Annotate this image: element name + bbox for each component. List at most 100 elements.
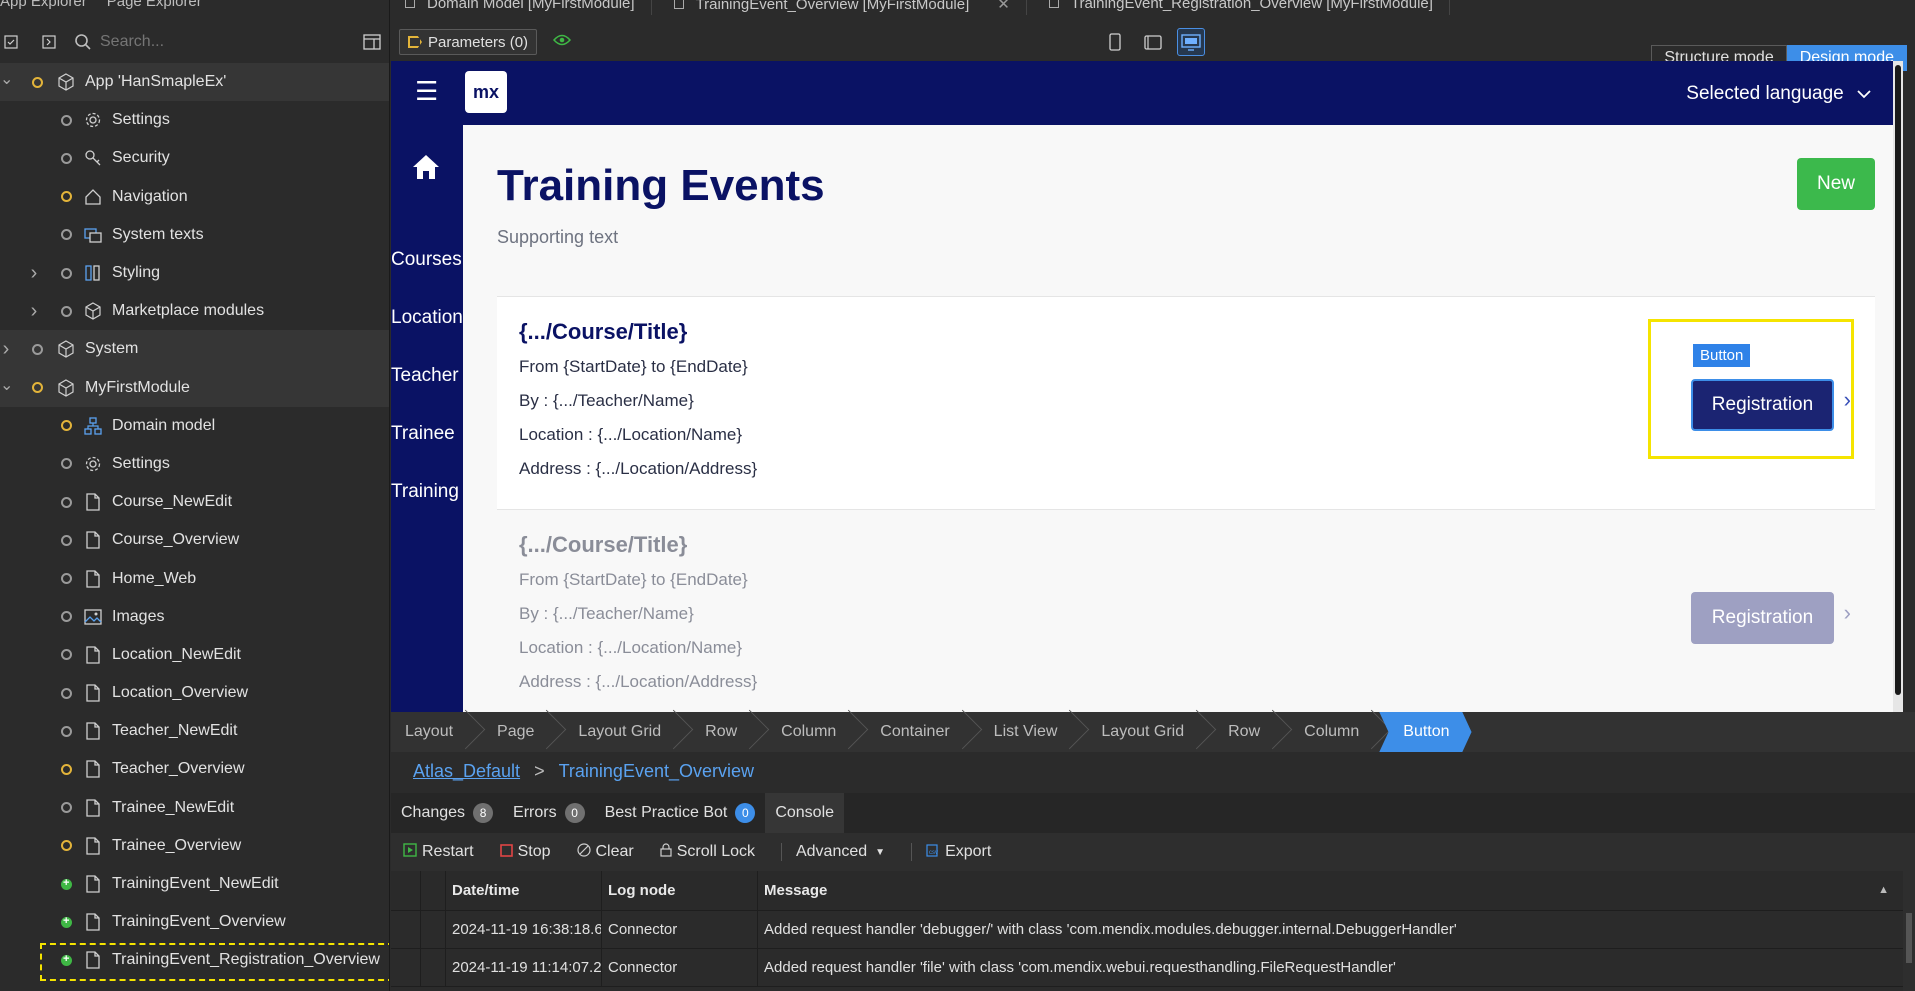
chevron-right-icon[interactable]: › <box>28 300 40 323</box>
breadcrumb-column[interactable]: Column <box>757 712 856 752</box>
new-button[interactable]: New <box>1797 158 1875 210</box>
tree-item-course-newedit[interactable]: Course_NewEdit <box>0 483 389 521</box>
layout-icon[interactable] <box>361 31 383 53</box>
tree-item-teacher-overview[interactable]: Teacher_Overview <box>0 750 389 788</box>
expand-icon[interactable] <box>38 31 60 53</box>
advanced-dropdown[interactable]: Advanced ▼ <box>780 843 886 861</box>
eye-icon[interactable] <box>553 33 572 51</box>
breadcrumb-column[interactable]: Column <box>1280 712 1379 752</box>
page-link[interactable]: TrainingEvent_Overview <box>559 761 754 782</box>
registration-button[interactable]: Registration <box>1691 592 1834 644</box>
stop-button[interactable]: Stop <box>499 843 551 861</box>
language-selector[interactable]: Selected language <box>1686 83 1871 105</box>
doc-tab-trainingevent-overview[interactable]: TrainingEvent_Overview [MyFirstModule] ✕ <box>652 0 1027 15</box>
log-scrollbar[interactable] <box>1903 871 1915 991</box>
table-row[interactable]: 2024-11-19 16:38:18.680 Connector Added … <box>391 911 1915 949</box>
status-dot <box>61 114 72 126</box>
tab-console[interactable]: Console <box>765 793 845 833</box>
column-header-message[interactable]: Message <box>758 871 1915 910</box>
scroll-lock-button[interactable]: Scroll Lock <box>660 843 755 861</box>
chevron-down-icon[interactable]: ⌄ <box>0 69 13 89</box>
tree-item-home-web[interactable]: Home_Web <box>0 559 389 597</box>
sort-ascending-icon[interactable]: ▲ <box>1878 884 1889 896</box>
tree-item-trainingevent-newedit[interactable]: TrainingEvent_NewEdit <box>0 865 389 903</box>
tree-item-myfirstmodule[interactable]: ⌄ MyFirstModule <box>0 368 389 407</box>
breadcrumb-layout[interactable]: Layout <box>391 712 473 752</box>
chevron-right-icon[interactable]: › <box>28 262 40 285</box>
nav-training[interactable]: Training <box>391 481 459 503</box>
doc-tab-registration-overview[interactable]: TrainingEvent_Registration_Overview [MyF… <box>1027 0 1450 15</box>
registration-button[interactable]: Registration <box>1691 379 1834 431</box>
tree-item-course-overview[interactable]: Course_Overview <box>0 521 389 559</box>
home-icon[interactable] <box>411 153 441 189</box>
tab-errors[interactable]: Errors 0 <box>503 793 595 833</box>
parameters-button[interactable]: Parameters (0) <box>399 29 538 55</box>
tree-item-label: Teacher_NewEdit <box>112 722 238 740</box>
collapse-all-icon[interactable] <box>0 31 22 53</box>
column-header-datetime[interactable]: Date/time <box>446 871 602 910</box>
breadcrumb-page[interactable]: Page <box>473 712 554 752</box>
design-canvas[interactable]: ☰ mx Selected language Courses Location … <box>391 61 1903 712</box>
tree-item-trainingevent-registration-overview[interactable]: TrainingEvent_Registration_Overview <box>0 941 389 982</box>
search-input[interactable] <box>100 33 340 51</box>
tree-item-security[interactable]: Security <box>0 139 389 177</box>
breadcrumb-list-view[interactable]: List View <box>970 712 1078 752</box>
chevron-down-icon[interactable]: ⌄ <box>0 375 13 395</box>
tree-item-label: Location_Overview <box>112 684 249 702</box>
tablet-icon[interactable] <box>1139 28 1167 56</box>
tree-item-images[interactable]: Images <box>0 598 389 636</box>
layout-link[interactable]: Atlas_Default <box>413 761 520 782</box>
column-header-lognode[interactable]: Log node <box>602 871 758 910</box>
breadcrumb-row[interactable]: Row <box>681 712 757 752</box>
tree-item-system-texts[interactable]: System texts <box>0 216 389 254</box>
page-icon <box>673 0 684 9</box>
tab-best-practice-bot[interactable]: Best Practice Bot 0 <box>595 793 766 833</box>
phone-icon[interactable] <box>1101 28 1129 56</box>
breadcrumb-container[interactable]: Container <box>856 712 969 752</box>
close-icon[interactable]: ✕ <box>997 0 1010 13</box>
nav-trainee[interactable]: Trainee <box>391 423 455 445</box>
tree-item-system[interactable]: › System <box>0 330 389 369</box>
desktop-icon[interactable] <box>1177 28 1205 56</box>
tab-app-explorer[interactable]: App Explorer <box>0 0 87 11</box>
tree-item-marketplace-modules[interactable]: › Marketplace modules <box>0 292 389 330</box>
explorer-search[interactable] <box>74 33 361 51</box>
export-button[interactable]: csv Export <box>911 843 991 861</box>
page-icon <box>83 683 103 703</box>
tab-page-explorer[interactable]: Page Explorer <box>107 0 202 11</box>
breadcrumb-row[interactable]: Row <box>1204 712 1280 752</box>
tree-item-teacher-newedit[interactable]: Teacher_NewEdit <box>0 712 389 750</box>
clear-button[interactable]: Clear <box>576 843 634 861</box>
log-message: Added request handler 'file' with class … <box>764 959 1396 976</box>
count-badge: 0 <box>564 803 585 823</box>
status-dot <box>61 763 72 775</box>
chevron-right-icon[interactable]: › <box>0 338 12 361</box>
tree-item-trainee-newedit[interactable]: Trainee_NewEdit <box>0 789 389 827</box>
app-header: ☰ mx Selected language <box>391 61 1903 125</box>
nav-teacher[interactable]: Teacher <box>391 365 459 387</box>
tree-item-styling[interactable]: › Styling <box>0 254 389 292</box>
restart-button[interactable]: Restart <box>403 843 474 861</box>
breadcrumb-button[interactable]: Button <box>1379 712 1472 752</box>
dropdown-caret-icon: ▼ <box>875 846 886 858</box>
tree-item-location-overview[interactable]: Location_Overview <box>0 674 389 712</box>
tree-item-settings[interactable]: Settings <box>0 101 389 139</box>
tree-item-settings[interactable]: Settings <box>0 445 389 483</box>
breadcrumb-layout-grid[interactable]: Layout Grid <box>1077 712 1204 752</box>
tree-item-location-newedit[interactable]: Location_NewEdit <box>0 636 389 674</box>
tree-item-navigation[interactable]: Navigation <box>0 178 389 216</box>
table-row[interactable]: 2024-11-19 11:14:07.274 Connector Added … <box>391 949 1915 987</box>
tree-item-domain-model[interactable]: Domain model <box>0 407 389 445</box>
tree-item-trainee-overview[interactable]: Trainee_Overview <box>0 827 389 865</box>
nav-courses[interactable]: Courses <box>391 249 462 271</box>
tab-changes[interactable]: Changes 8 <box>391 793 503 833</box>
doc-tab-domain-model[interactable]: Domain Model [MyFirstModule] <box>391 0 652 15</box>
tree-item-label: System <box>85 340 139 358</box>
nav-location[interactable]: Location <box>391 307 463 329</box>
page-icon <box>83 645 103 665</box>
canvas-scrollbar[interactable] <box>1893 61 1903 712</box>
breadcrumb-layout-grid[interactable]: Layout Grid <box>554 712 681 752</box>
tree-item-app-hansmapleex[interactable]: ⌄ App 'HanSmapleEx' <box>0 63 389 102</box>
hamburger-menu-icon[interactable]: ☰ <box>415 78 438 104</box>
tree-item-trainingevent-overview[interactable]: TrainingEvent_Overview <box>0 903 389 941</box>
